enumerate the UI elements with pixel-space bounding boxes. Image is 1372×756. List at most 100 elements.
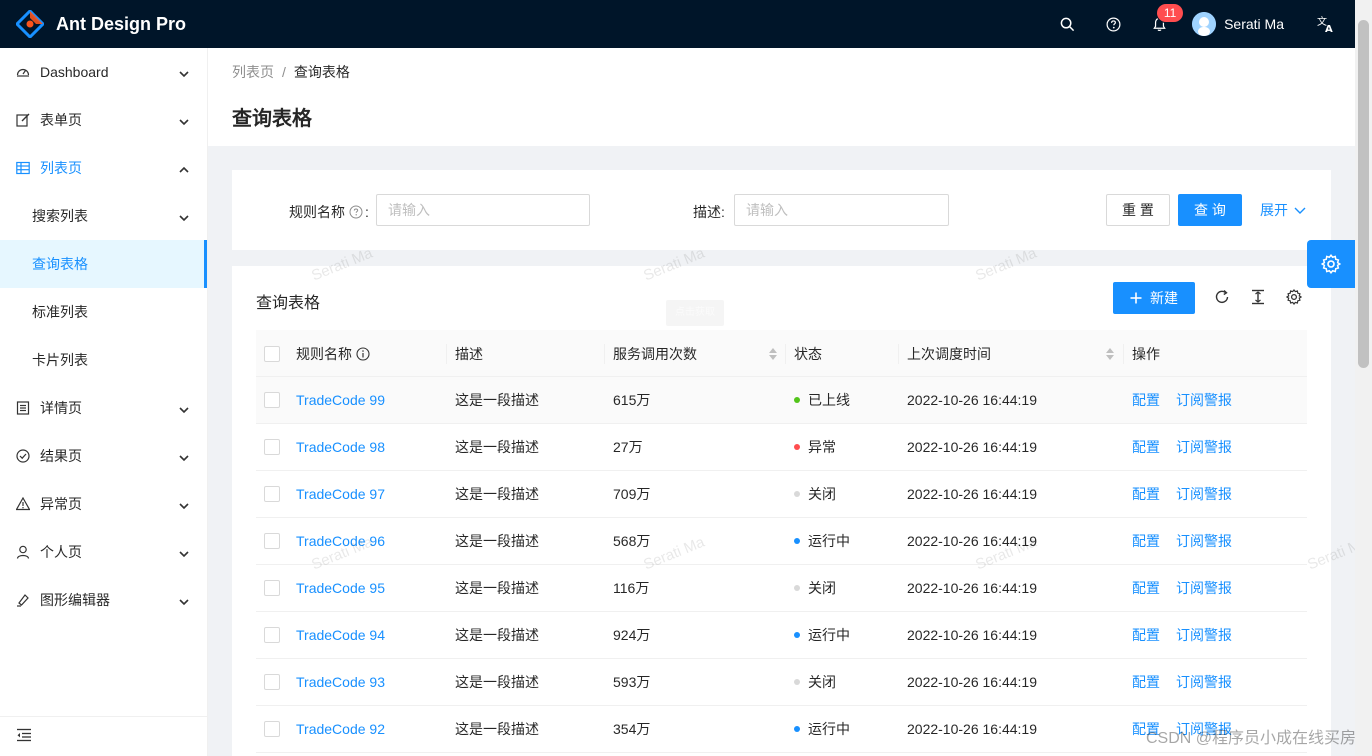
search-icon[interactable] [1044,0,1090,48]
rule-name-link[interactable]: TradeCode 97 [296,471,385,517]
setting-drawer-button[interactable] [1307,240,1355,288]
column-header-calls[interactable]: 服务调用次数 [613,330,777,377]
sidebar-item-result[interactable]: 结果页 [0,432,207,480]
subscribe-alert-link[interactable]: 订阅警报 [1176,659,1232,705]
top-header: Ant Design Pro 11 Serati Ma 文A [0,0,1372,48]
config-link[interactable]: 配置 [1132,565,1160,611]
config-link[interactable]: 配置 [1132,659,1160,705]
status-text: 运行中 [808,533,850,549]
sidebar-item-profile[interactable]: 详情页 [0,384,207,432]
config-link[interactable]: 配置 [1132,377,1160,423]
user-menu[interactable]: Serati Ma [1182,0,1294,48]
sidebar-item-search-list[interactable]: 搜索列表 [0,192,207,240]
sidebar-item-table-list[interactable]: 查询表格 [0,240,207,288]
row-checkbox[interactable] [264,659,280,705]
sidebar-item-label: 搜索列表 [32,208,88,224]
sidebar-item-list[interactable]: 列表页 [0,144,207,192]
rule-name-link[interactable]: TradeCode 92 [296,706,385,752]
desc-cell: 这是一段描述 [455,392,539,408]
row-checkbox[interactable] [264,565,280,611]
sidebar-item-editor[interactable]: 图形编辑器 [0,576,207,624]
calls-cell: 116万 [613,580,650,596]
subscribe-alert-link[interactable]: 订阅警报 [1176,471,1232,517]
subscribe-alert-link[interactable]: 订阅警报 [1176,612,1232,658]
row-checkbox[interactable] [264,706,280,752]
desc-cell: 这是一段描述 [455,486,539,502]
search-form: 规则名称 : 描述: 重 置 查 询 展开 [232,170,1331,250]
sidebar-item-label: 结果页 [40,448,82,464]
sidebar-item-form[interactable]: 表单页 [0,96,207,144]
config-link[interactable]: 配置 [1132,471,1160,517]
rule-name-link[interactable]: TradeCode 96 [296,518,385,564]
scrollbar[interactable] [1355,0,1372,756]
page-title: 查询表格 [232,108,312,130]
calls-cell: 924万 [613,627,651,643]
desc-input[interactable] [734,194,949,226]
sidebar-item-card-list[interactable]: 卡片列表 [0,336,207,384]
chevron-down-icon [179,546,189,562]
config-link[interactable]: 配置 [1132,424,1160,470]
subscribe-alert-link[interactable]: 订阅警报 [1176,565,1232,611]
status-dot [794,585,800,591]
status-cell: 异常 [794,424,836,470]
table-row: TradeCode 97 这是一段描述 709万 关闭 2022-10-26 16:44… [256,471,1307,518]
sidebar-item-label: 卡片列表 [32,352,88,368]
profile-icon [16,401,30,415]
column-header-status[interactable]: 状态 [794,330,822,377]
subscribe-alert-link[interactable]: 订阅警报 [1176,377,1232,423]
bell-icon[interactable]: 11 [1136,0,1184,48]
scrollbar-thumb[interactable] [1358,20,1369,368]
column-header-name: 规则名称 [296,330,370,377]
avatar [1192,12,1217,36]
sidebar-item-exception[interactable]: 异常页 [0,480,207,528]
sidebar-item-account[interactable]: 个人页 [0,528,207,576]
collapse-sidebar-button[interactable] [0,716,208,756]
query-button[interactable]: 查 询 [1178,194,1242,226]
translate-icon[interactable]: 文A [1306,15,1346,33]
expand-button[interactable]: 展开 [1256,194,1310,226]
calls-cell: 27万 [613,439,643,455]
setting-icon[interactable] [1285,288,1303,306]
status-cell: 运行中 [794,706,850,752]
sidebar-item-dashboard[interactable]: Dashboard [0,48,207,96]
status-dot [794,679,800,685]
column-header-time[interactable]: 上次调度时间 [907,330,1114,377]
rule-name-input[interactable] [376,194,590,226]
status-text: 关闭 [808,580,836,596]
question-icon[interactable] [1090,0,1136,48]
subscribe-alert-link[interactable]: 订阅警报 [1176,424,1232,470]
reset-button[interactable]: 重 置 [1106,194,1170,226]
rule-name-link[interactable]: TradeCode 98 [296,424,385,470]
desc-cell: 这是一段描述 [455,439,539,455]
calls-cell: 568万 [613,533,651,549]
calls-cell: 615万 [613,392,651,408]
select-all-checkbox[interactable] [264,330,280,377]
status-text: 关闭 [808,486,836,502]
row-checkbox[interactable] [264,612,280,658]
table-title: 查询表格 [256,295,321,312]
row-checkbox[interactable] [264,424,280,470]
page-header: 列表页 / 查询表格 查询表格 [208,48,1355,146]
density-icon[interactable] [1249,288,1267,306]
sort-icon [1106,347,1114,360]
rule-name-link[interactable]: TradeCode 93 [296,659,385,705]
rule-name-link[interactable]: TradeCode 95 [296,565,385,611]
rule-name-link[interactable]: TradeCode 99 [296,377,385,423]
time-cell: 2022-10-26 16:44:19 [907,533,1037,549]
chevron-down-icon [179,210,189,226]
sidebar-item-basic-list[interactable]: 标准列表 [0,288,207,336]
row-checkbox[interactable] [264,471,280,517]
row-checkbox[interactable] [264,377,280,423]
rule-name-link[interactable]: TradeCode 94 [296,612,385,658]
app-logo[interactable]: Ant Design Pro [0,0,186,48]
info-circle-icon [356,346,370,361]
config-link[interactable]: 配置 [1132,612,1160,658]
row-checkbox[interactable] [264,518,280,564]
desc-label: 描述: [693,204,725,220]
config-link[interactable]: 配置 [1132,518,1160,564]
new-button[interactable]: 新建 [1113,282,1195,314]
status-dot [794,444,800,450]
reload-icon[interactable] [1213,288,1231,306]
subscribe-alert-link[interactable]: 订阅警报 [1176,518,1232,564]
breadcrumb-parent[interactable]: 列表页 [232,62,274,82]
